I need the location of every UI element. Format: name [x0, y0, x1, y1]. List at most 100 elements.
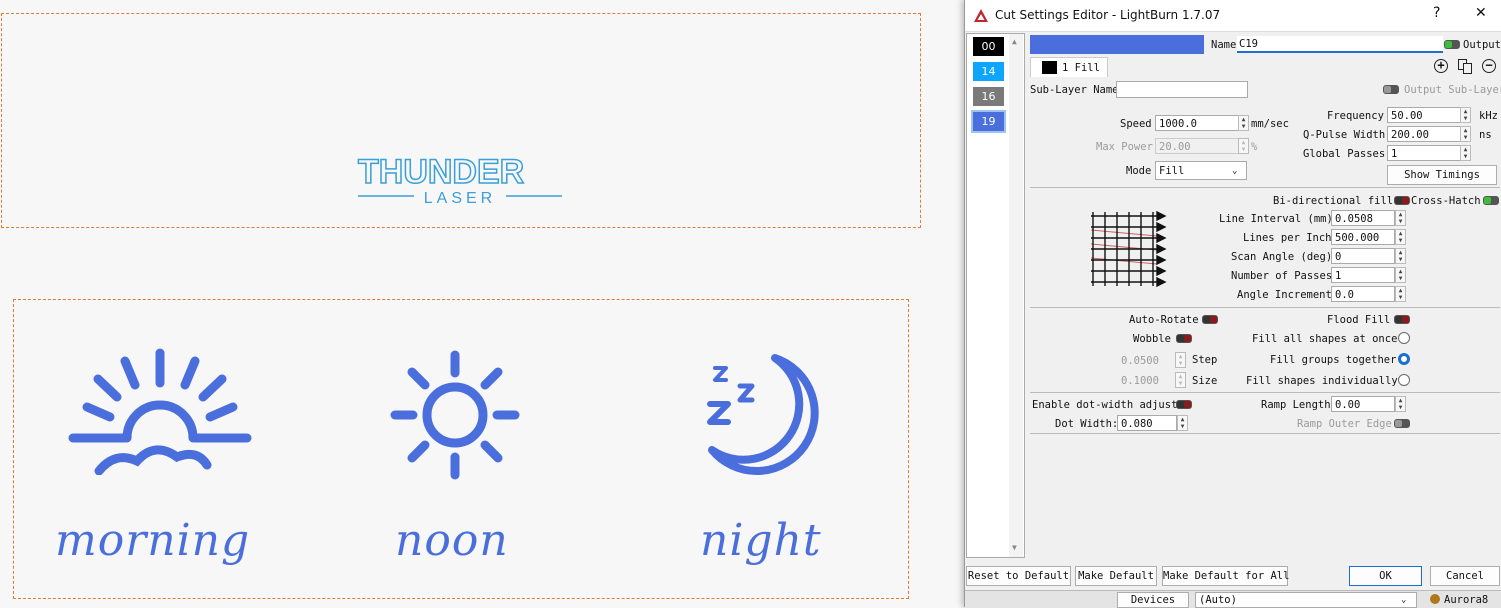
mode-label: Mode: [1126, 165, 1152, 177]
fill-individual-label: Fill shapes individually: [1246, 375, 1398, 387]
sublayer-color-swatch: [1042, 61, 1057, 74]
make-default-all-button[interactable]: Make Default for All: [1162, 566, 1289, 586]
sublayer-tab[interactable]: 1 Fill: [1030, 57, 1108, 77]
cut-settings-dialog: Cut Settings Editor - LightBurn 1.7.07 ?…: [964, 0, 1501, 608]
word-night: night: [700, 515, 822, 566]
speed-label: Speed: [1120, 118, 1152, 130]
bidir-fill-toggle[interactable]: [1394, 196, 1410, 205]
speed-input[interactable]: 1000.0: [1155, 115, 1239, 131]
angle-inc-spinner[interactable]: ▲ ▼: [1395, 286, 1406, 302]
port-select[interactable]: (Auto) ⌄: [1195, 592, 1417, 608]
ramp-length-input[interactable]: 0.00: [1331, 396, 1395, 412]
layer-swatch-16[interactable]: 16: [973, 87, 1004, 106]
lpi-label: Lines per Inch: [1243, 232, 1332, 244]
chevron-down-icon: ⌄: [1401, 595, 1407, 605]
num-passes-input[interactable]: 1: [1331, 267, 1395, 283]
lpi-input[interactable]: 500.000: [1331, 229, 1395, 245]
dot-width-input[interactable]: 0.080: [1117, 415, 1177, 431]
logo-bottom-text: LASER: [424, 190, 496, 207]
add-sublayer-icon[interactable]: +: [1434, 59, 1448, 73]
wobble-size-spinner[interactable]: ▲ ▼: [1175, 372, 1186, 388]
line-interval-input[interactable]: 0.0508: [1331, 210, 1395, 226]
fill-all-label: Fill all shapes at once: [1252, 333, 1398, 345]
global-passes-spinner[interactable]: ▲ ▼: [1460, 145, 1471, 161]
machine-icon: [1430, 594, 1440, 604]
max-power-spinner[interactable]: ▲ ▼: [1238, 138, 1249, 154]
max-power-input[interactable]: 20.00: [1155, 138, 1239, 154]
divider: [1030, 187, 1500, 188]
fill-all-radio[interactable]: [1398, 332, 1410, 344]
fill-groups-radio[interactable]: [1398, 353, 1410, 365]
angle-inc-input[interactable]: 0.0: [1331, 286, 1395, 302]
remove-sublayer-icon[interactable]: −: [1482, 59, 1496, 73]
qpulse-input[interactable]: 200.00: [1387, 126, 1461, 142]
ramp-outer-label: Ramp Outer Edge: [1297, 418, 1392, 430]
machine-name[interactable]: Aurora8: [1444, 594, 1488, 606]
scroll-down-icon[interactable]: ▼: [1012, 543, 1017, 552]
layer-swatch-00[interactable]: 00: [973, 37, 1004, 56]
mode-select[interactable]: Fill ⌄: [1155, 161, 1247, 180]
ramp-length-spinner[interactable]: ▲ ▼: [1395, 396, 1406, 412]
auto-rotate-label: Auto-Rotate: [1129, 314, 1199, 326]
dot-width-adjust-toggle[interactable]: [1176, 400, 1192, 409]
line-interval-spinner[interactable]: ▲ ▼: [1395, 210, 1406, 226]
lightburn-app-icon: [974, 9, 988, 22]
sunrise-icon: [68, 348, 252, 475]
name-label: Name: [1211, 39, 1237, 51]
wobble-step-label: Step: [1192, 354, 1218, 366]
dialog-titlebar[interactable]: Cut Settings Editor - LightBurn 1.7.07 ?…: [965, 0, 1501, 32]
wobble-size-input[interactable]: 0.1000: [1117, 372, 1175, 388]
crosshatch-toggle[interactable]: [1483, 196, 1499, 205]
layer-list-scrollbar[interactable]: ▲ ▼: [1009, 34, 1023, 557]
layer-swatch-19[interactable]: 19: [971, 110, 1006, 133]
wobble-step-spinner[interactable]: ▲ ▼: [1175, 352, 1186, 368]
close-button[interactable]: ✕: [1475, 5, 1487, 21]
num-passes-spinner[interactable]: ▲ ▼: [1395, 267, 1406, 283]
output-toggle[interactable]: [1444, 40, 1460, 49]
flood-fill-toggle[interactable]: [1394, 315, 1410, 324]
qpulse-label: Q-Pulse Width: [1303, 129, 1386, 141]
max-power-unit: %: [1251, 141, 1258, 153]
word-morning: morning: [55, 515, 251, 566]
moon-sleep-icon: [707, 354, 819, 476]
line-interval-label: Line Interval (mm): [1219, 213, 1333, 225]
cancel-button[interactable]: Cancel: [1430, 566, 1500, 586]
qpulse-spinner[interactable]: ▲ ▼: [1460, 126, 1471, 142]
fill-groups-label: Fill groups together: [1270, 354, 1397, 366]
wobble-label: Wobble: [1133, 333, 1171, 345]
dot-width-label: Dot Width:: [1055, 418, 1119, 430]
global-passes-input[interactable]: 1: [1387, 145, 1461, 161]
copy-sublayer-icon[interactable]: [1458, 59, 1472, 74]
ok-button[interactable]: OK: [1349, 566, 1422, 586]
make-default-button[interactable]: Make Default: [1075, 566, 1157, 586]
show-timings-button[interactable]: Show Timings: [1387, 165, 1497, 185]
layer-color-bar[interactable]: [1030, 35, 1204, 54]
reset-default-button[interactable]: Reset to Default: [966, 566, 1071, 586]
dialog-title: Cut Settings Editor - LightBurn 1.7.07: [995, 8, 1221, 22]
wobble-toggle[interactable]: [1176, 334, 1192, 343]
sublayer-name-input[interactable]: [1116, 81, 1248, 98]
name-input[interactable]: C19: [1237, 36, 1443, 53]
logo-top-text: THUNDER: [358, 153, 524, 191]
layer-list[interactable]: 00 14 16 19 ▲ ▼: [966, 33, 1025, 558]
scan-angle-input[interactable]: 0: [1331, 248, 1395, 264]
devices-button[interactable]: Devices: [1117, 592, 1189, 608]
fill-preview-icon: [1090, 210, 1167, 288]
dot-width-spinner[interactable]: ▲ ▼: [1177, 415, 1188, 431]
auto-rotate-toggle[interactable]: [1202, 315, 1218, 324]
output-sublayer-toggle[interactable]: [1383, 85, 1399, 94]
global-passes-label: Global Passes: [1303, 148, 1386, 160]
status-strip: Devices (Auto) ⌄ Aurora8: [965, 590, 1501, 608]
ramp-outer-toggle[interactable]: [1394, 419, 1410, 428]
frequency-spinner[interactable]: ▲ ▼: [1460, 107, 1471, 123]
scan-angle-spinner[interactable]: ▲ ▼: [1395, 248, 1406, 264]
lpi-spinner[interactable]: ▲ ▼: [1395, 229, 1406, 245]
scroll-up-icon[interactable]: ▲: [1012, 37, 1017, 46]
speed-spinner[interactable]: ▲ ▼: [1238, 115, 1249, 131]
layer-swatch-14[interactable]: 14: [973, 62, 1004, 81]
wobble-step-input[interactable]: 0.0500: [1117, 352, 1175, 368]
fill-individual-radio[interactable]: [1398, 374, 1410, 386]
wobble-size-label: Size: [1192, 375, 1218, 387]
frequency-input[interactable]: 50.00: [1387, 107, 1461, 123]
help-button[interactable]: ?: [1433, 5, 1440, 21]
